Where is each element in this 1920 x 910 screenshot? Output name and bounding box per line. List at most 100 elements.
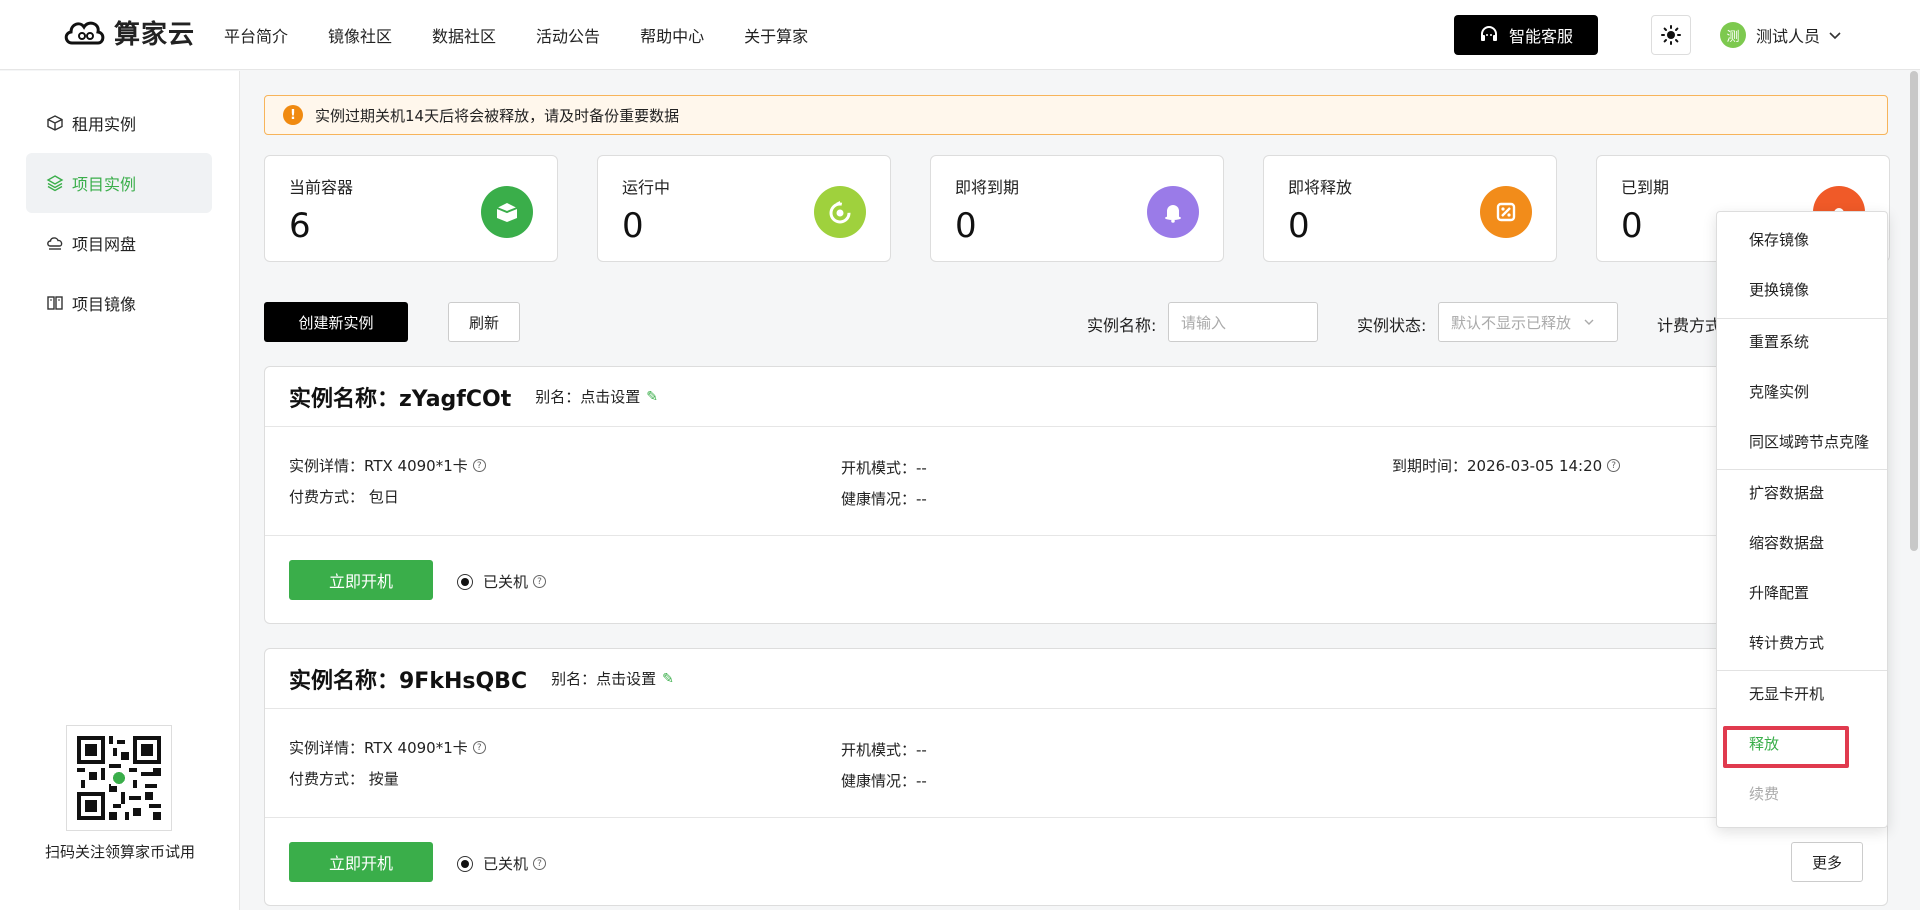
smart-support-button[interactable]: 智能客服	[1454, 15, 1598, 55]
nav-help-center[interactable]: 帮助中心	[640, 23, 704, 47]
nav-data-community[interactable]: 数据社区	[432, 23, 496, 47]
status-radio	[457, 855, 473, 872]
instance-title: 实例名称：zYagfCOt	[289, 386, 512, 412]
chevron-down-icon	[1584, 319, 1594, 325]
image-stack-icon	[47, 296, 63, 310]
stat-running: 运行中 0	[597, 155, 891, 262]
theme-toggle-button[interactable]	[1651, 15, 1691, 55]
stat-value: 0	[622, 206, 644, 246]
more-actions-menu: 保存镜像 更换镜像 重置系统 克隆实例 同区域跨节点克隆 扩容数据盘 缩容数据盘…	[1716, 211, 1888, 828]
logo[interactable]: 算家云	[62, 14, 195, 51]
menu-change-config[interactable]: 升降配置	[1717, 567, 1887, 617]
cube-icon	[47, 115, 63, 131]
menu-change-billing[interactable]: 转计费方式	[1717, 617, 1887, 667]
stat-value: 0	[1288, 206, 1310, 246]
nav-announcements[interactable]: 活动公告	[536, 23, 600, 47]
stat-releasing-soon: 即将释放 0	[1263, 155, 1557, 262]
user-menu[interactable]: 测 测试人员	[1720, 22, 1842, 48]
sidebar-item-project-image[interactable]: 项目镜像	[26, 273, 212, 333]
instance-name-input[interactable]: 请输入	[1168, 302, 1318, 342]
menu-save-image[interactable]: 保存镜像	[1717, 214, 1887, 264]
boot-mode: 开机模式：--	[841, 459, 927, 477]
stat-label: 即将到期	[955, 178, 1020, 197]
expiry-warning-alert: ! 实例过期关机14天后将会被释放，请及时备份重要数据	[264, 95, 1888, 135]
health-status: 健康情况：--	[841, 772, 927, 790]
user-name: 测试人员	[1756, 27, 1821, 46]
billing-method-label: 计费方式	[1657, 316, 1722, 335]
nav-image-community[interactable]: 镜像社区	[328, 23, 392, 47]
alias-setting[interactable]: 别名：点击设置 ✎	[551, 668, 674, 689]
instance-detail: 实例详情：RTX 4090*1卡?	[289, 737, 486, 758]
alias-setting[interactable]: 别名：点击设置 ✎	[535, 386, 658, 407]
qr-code-icon	[77, 736, 161, 820]
instance-detail-text: 实例详情：RTX 4090*1卡	[289, 457, 468, 475]
alert-text: 实例过期关机14天后将会被释放，请及时备份重要数据	[315, 106, 680, 125]
instance-title: 实例名称：9FkHsQBC	[289, 668, 528, 694]
instance-detail-text: 实例详情：RTX 4090*1卡	[289, 739, 468, 757]
release-icon	[1480, 186, 1532, 238]
menu-cross-node-clone[interactable]: 同区域跨节点克隆	[1717, 416, 1887, 466]
power-status: 已关机 ?	[457, 571, 547, 592]
menu-change-image[interactable]: 更换镜像	[1717, 264, 1887, 314]
status-radio	[457, 573, 473, 590]
sun-icon	[1661, 25, 1681, 45]
help-icon[interactable]: ?	[533, 857, 547, 870]
menu-boot-without-gpu[interactable]: 无显卡开机	[1717, 668, 1887, 718]
status-text: 已关机	[483, 855, 529, 873]
alias-text: 别名：点击设置	[535, 388, 641, 406]
edit-icon[interactable]: ✎	[646, 389, 658, 405]
menu-shrink-data-disk[interactable]: 缩容数据盘	[1717, 517, 1887, 567]
boot-mode: 开机模式：--	[841, 741, 927, 759]
create-instance-button[interactable]: 创建新实例	[264, 302, 408, 342]
help-icon[interactable]: ?	[533, 575, 547, 588]
stat-label: 当前容器	[289, 178, 354, 197]
instance-detail: 实例详情：RTX 4090*1卡?	[289, 455, 486, 476]
logo-cloud-icon	[64, 21, 105, 44]
expire-time-text: 到期时间：2026-03-05 14:20	[1392, 457, 1603, 475]
start-now-button[interactable]: 立即开机	[289, 842, 433, 882]
menu-clone-instance[interactable]: 克隆实例	[1717, 366, 1887, 416]
sidebar-item-project-disk[interactable]: 项目网盘	[26, 213, 212, 273]
instance-card-footer: 立即开机 已关机 ?	[265, 535, 1887, 625]
container-box-icon	[481, 186, 533, 238]
running-clock-icon	[814, 186, 866, 238]
alias-text: 别名：点击设置	[551, 670, 657, 688]
instance-name-label: 实例名称:	[1087, 316, 1157, 335]
nav-about[interactable]: 关于算家	[744, 23, 808, 47]
smart-support-label: 智能客服	[1508, 27, 1573, 46]
nav-platform-intro[interactable]: 平台简介	[224, 23, 288, 47]
help-icon[interactable]: ?	[472, 459, 486, 472]
start-now-button[interactable]: 立即开机	[289, 560, 433, 600]
stat-current-containers: 当前容器 6	[264, 155, 558, 262]
stat-expiring-soon: 即将到期 0	[930, 155, 1224, 262]
warning-icon: !	[283, 105, 303, 125]
refresh-button[interactable]: 刷新	[448, 302, 520, 342]
top-header: 算家云 平台简介 镜像社区 数据社区 活动公告 帮助中心 关于算家 智能客服 测…	[0, 0, 1920, 70]
power-status: 已关机 ?	[457, 853, 547, 874]
menu-renew: 续费	[1749, 784, 1780, 803]
billing-method: 付费方式： 包日	[289, 488, 399, 506]
instance-card-header: 实例名称：zYagfCOt 别名：点击设置 ✎	[265, 367, 1887, 427]
release-highlight-box	[1723, 726, 1849, 768]
instance-card-footer: 立即开机 已关机 ? 更多	[265, 817, 1887, 907]
help-icon[interactable]: ?	[1607, 459, 1621, 472]
menu-reset-system[interactable]: 重置系统	[1717, 316, 1887, 366]
stat-label: 已到期	[1621, 178, 1670, 197]
more-button[interactable]: 更多	[1791, 842, 1863, 882]
menu-expand-data-disk[interactable]: 扩容数据盘	[1717, 467, 1887, 517]
instance-status-value: 默认不显示已释放	[1451, 313, 1572, 332]
sidebar-item-label: 项目实例	[72, 175, 137, 194]
edit-icon[interactable]: ✎	[662, 671, 674, 687]
status-text: 已关机	[483, 573, 529, 591]
stat-value: 0	[955, 206, 977, 246]
logo-text: 算家云	[114, 20, 196, 50]
qr-caption: 扫码关注领算家币试用	[44, 843, 195, 861]
page-scrollbar[interactable]	[1910, 71, 1918, 551]
help-icon[interactable]: ?	[472, 741, 486, 754]
health-status: 健康情况：--	[841, 490, 927, 508]
sidebar-item-project-instance[interactable]: 项目实例	[26, 153, 212, 213]
instance-status-select[interactable]: 默认不显示已释放	[1438, 302, 1618, 342]
headset-icon	[1480, 26, 1497, 41]
layers-icon	[46, 175, 64, 192]
sidebar-item-rent-instance[interactable]: 租用实例	[26, 93, 212, 153]
